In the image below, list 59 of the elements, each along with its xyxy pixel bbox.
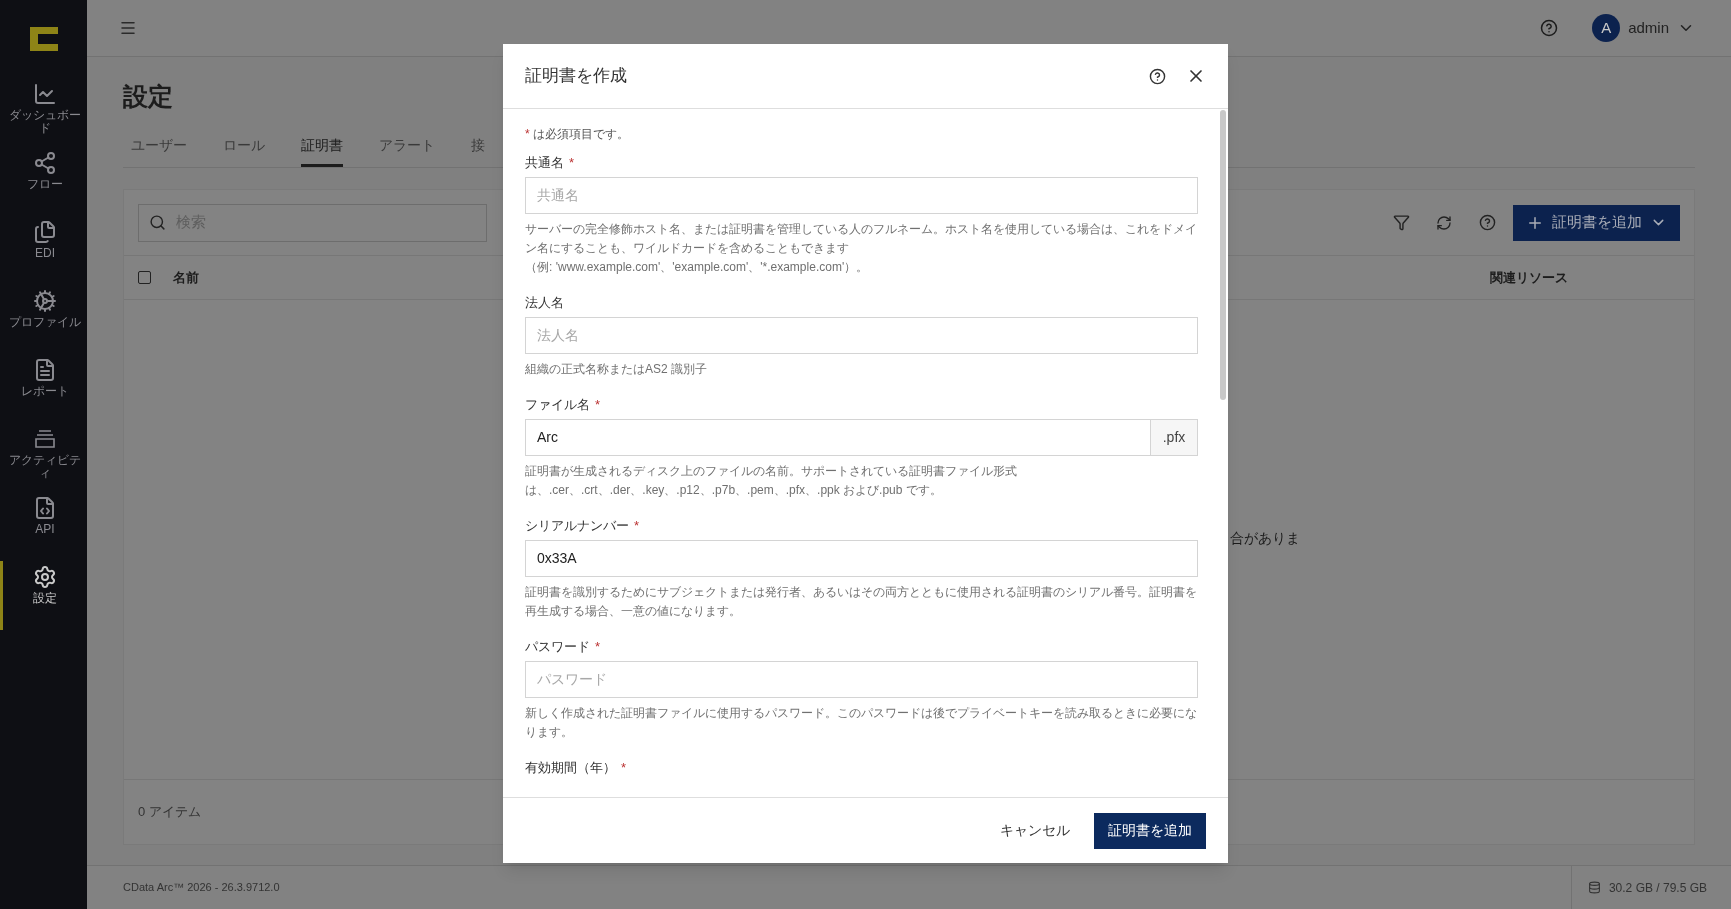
empty-message: 合がありま	[1230, 530, 1300, 546]
field-label: 共通名 *	[525, 155, 576, 171]
checkbox[interactable]	[138, 271, 151, 284]
help-text: 証明書が生成されるディスク上のファイルの名前。サポートされている証明書ファイル形式	[525, 463, 1018, 480]
tab[interactable]: 証明書	[301, 135, 343, 167]
sidebar-item[interactable]: EDI	[0, 216, 87, 285]
page-title: 設定	[123, 81, 174, 111]
column-header: 関連リソース	[1490, 268, 1568, 287]
code-file-icon	[33, 496, 57, 520]
tray-icon	[33, 427, 57, 451]
files-icon	[33, 220, 57, 244]
text-field[interactable]: 共通名	[525, 177, 1198, 214]
database-icon	[1587, 881, 1601, 894]
sidebar-item[interactable]: プロファイル	[0, 285, 87, 354]
field-label: ファイル名 *	[525, 397, 602, 413]
help-text: （例: 'www.example.com'、'example.com'、'*.example.com'）。	[525, 259, 870, 276]
share-icon	[33, 151, 57, 175]
gear-icon	[33, 289, 57, 313]
storage-usage: 30.2 GB / 79.5 GB	[1608, 879, 1707, 897]
file-extension-suffix: .pfx	[1151, 419, 1198, 456]
required-note: * は必須項目です。	[525, 126, 630, 143]
refresh-icon[interactable]	[1436, 214, 1452, 231]
avatar: A	[1592, 14, 1621, 42]
sidebar-item[interactable]: フロー	[0, 147, 87, 216]
submit-button[interactable]: 証明書を追加	[1094, 812, 1206, 849]
item-count: 0 アイテム	[138, 803, 201, 822]
field-label: シリアルナンバー *	[525, 518, 641, 534]
add-certificate-button[interactable]: 証明書を追加	[1513, 204, 1680, 241]
text-field[interactable]: Arc	[525, 419, 1151, 456]
sidebar-item[interactable]: 設定	[0, 561, 87, 630]
user-menu[interactable]: A admin	[1592, 14, 1695, 42]
document-icon	[33, 358, 57, 382]
field-label: 法人名	[525, 295, 565, 311]
help-text: 新しく作成された証明書ファイルに使用するパスワード。このパスワードは後でプライベートキーを読み取るときに必要になります。	[525, 705, 1198, 741]
sidebar-item[interactable]: アクティビティ	[0, 423, 87, 492]
line-chart-icon	[33, 82, 57, 106]
help-icon[interactable]	[1149, 67, 1166, 85]
help-text: 組織の正式名称またはAS2 識別子	[525, 361, 708, 378]
sidebar-item[interactable]: レポート	[0, 354, 87, 423]
text-field[interactable]: 法人名	[525, 317, 1198, 354]
field-label: 有効期間（年） *	[525, 760, 628, 776]
help-text: は、.cer、.crt、.der、.key、.p12、.p7b、.pem、.pfx、.ppk および.pub です。	[525, 482, 943, 499]
sidebar-item[interactable]: API	[0, 492, 87, 561]
cancel-button[interactable]: キャンセル	[990, 812, 1080, 849]
help-text: 証明書を識別するためにサブジェクトまたは発行者、あるいはその両方とともに使用される証明書のシリアル番号。証明書を再生成する場合、一意の値になります。	[525, 584, 1198, 620]
version-text: CData Arc™ 2026 - 26.3.9712.0	[123, 880, 280, 896]
text-field[interactable]: パスワード	[525, 661, 1198, 698]
logo-icon	[29, 27, 58, 51]
menu-icon[interactable]	[119, 19, 137, 37]
dialog-title: 証明書を作成	[525, 65, 627, 88]
help-text: サーバーの完全修飾ホスト名、または証明書を管理している人のフルネーム。ホスト名を使用している場合は、これをドメイン名にすることも、ワイルドカードを含めることもできます	[525, 221, 1198, 257]
scrollbar[interactable]	[1220, 110, 1226, 400]
settings-icon	[33, 565, 57, 589]
filter-icon[interactable]	[1393, 214, 1410, 231]
text-field[interactable]: 0x33A	[525, 540, 1198, 577]
search-icon	[149, 214, 166, 231]
field-label: パスワード *	[525, 639, 602, 655]
column-header: 名前	[173, 268, 199, 287]
sidebar-item[interactable]: ダッシュボード	[0, 78, 87, 147]
